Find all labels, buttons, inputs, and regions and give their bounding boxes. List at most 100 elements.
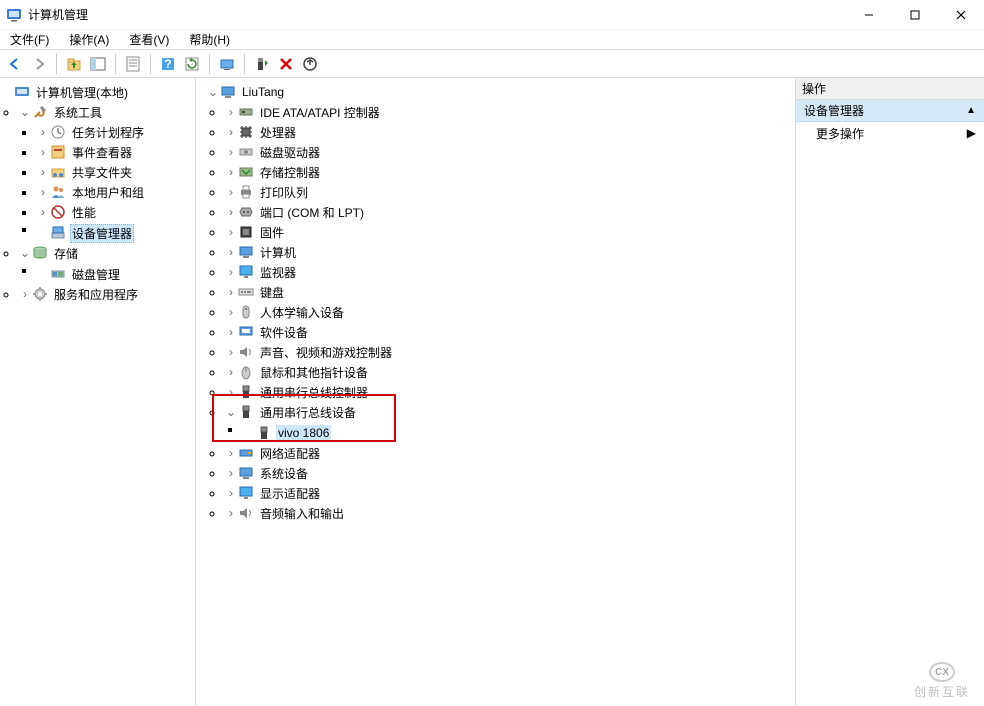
performance[interactable]: ›性能	[36, 202, 195, 222]
disable-device-button[interactable]	[299, 53, 321, 75]
devmgr-icon	[50, 225, 66, 241]
usb-icon	[256, 425, 272, 441]
chevron-right-icon[interactable]: ›	[224, 185, 238, 199]
services-apps[interactable]: ›服务和应用程序	[18, 284, 195, 304]
chevron-right-icon[interactable]: ›	[224, 285, 238, 299]
software-icon	[238, 324, 254, 340]
chevron-right-icon[interactable]: ›	[36, 205, 50, 219]
local-users[interactable]: ›本地用户和组	[36, 182, 195, 202]
software-devices[interactable]: › 软件设备	[224, 322, 795, 342]
forward-button[interactable]	[28, 53, 50, 75]
storage[interactable]: ⌄ 存储	[18, 243, 195, 263]
display-adapters[interactable]: › 显示适配器	[224, 483, 795, 503]
tree-label: 音频输入和输出	[258, 504, 346, 523]
help-button[interactable]: ?	[157, 53, 179, 75]
disk-drives[interactable]: › 磁盘驱动器	[224, 142, 795, 162]
properties-button[interactable]	[122, 53, 144, 75]
chevron-right-icon[interactable]: ›	[224, 446, 238, 460]
chevron-right-icon[interactable]: ›	[18, 287, 32, 301]
tree-label: 软件设备	[258, 323, 310, 342]
device-root[interactable]: ⌄ LiuTang	[206, 82, 795, 102]
chevron-right-icon[interactable]: ›	[224, 325, 238, 339]
system-devices[interactable]: ›系统设备	[224, 463, 795, 483]
tree-root[interactable]: 计算机管理(本地)	[0, 82, 195, 102]
mice[interactable]: ›鼠标和其他指针设备	[224, 362, 795, 382]
disk-icon	[238, 144, 254, 160]
maximize-button[interactable]	[892, 0, 938, 29]
chevron-right-icon[interactable]: ›	[224, 225, 238, 239]
chevron-right-icon[interactable]: ›	[224, 506, 238, 520]
chevron-right-icon[interactable]: ›	[224, 365, 238, 379]
tree-label: 显示适配器	[258, 484, 322, 503]
update-driver-button[interactable]	[251, 53, 273, 75]
chevron-right-icon[interactable]: ›	[224, 245, 238, 259]
tree-label: 事件查看器	[70, 143, 134, 162]
computers[interactable]: ›计算机	[224, 242, 795, 262]
device-manager[interactable]: 设备管理器	[36, 223, 195, 243]
computer-icon	[220, 84, 236, 100]
chevron-down-icon[interactable]: ⌄	[18, 246, 32, 260]
minimize-button[interactable]	[846, 0, 892, 29]
disk-management[interactable]: 磁盘管理	[36, 264, 195, 284]
ports[interactable]: ›端口 (COM 和 LPT)	[224, 202, 795, 222]
shared-folders[interactable]: ›共享文件夹	[36, 162, 195, 182]
firmware[interactable]: ›固件	[224, 222, 795, 242]
ide-ata[interactable]: ›IDE ATA/ATAPI 控制器	[224, 102, 795, 122]
chevron-down-icon[interactable]: ⌄	[206, 85, 220, 99]
actions-section[interactable]: 设备管理器 ▲	[796, 100, 984, 122]
menu-view[interactable]: 查看(V)	[125, 29, 173, 50]
users-icon	[50, 184, 66, 200]
monitors[interactable]: ›监视器	[224, 262, 795, 282]
network-adapters[interactable]: ›网络适配器	[224, 443, 795, 463]
chevron-right-icon[interactable]: ›	[224, 385, 238, 399]
chevron-down-icon[interactable]: ⌄	[18, 105, 32, 119]
uninstall-device-button[interactable]	[275, 53, 297, 75]
chevron-right-icon[interactable]: ›	[224, 105, 238, 119]
chevron-right-icon[interactable]: ›	[224, 265, 238, 279]
usb-icon	[238, 404, 254, 420]
mouse-icon	[238, 364, 254, 380]
tree-label: 磁盘驱动器	[258, 143, 322, 162]
keyboards[interactable]: ›键盘	[224, 282, 795, 302]
show-console-tree-button[interactable]	[87, 53, 109, 75]
sound-video[interactable]: ›声音、视频和游戏控制器	[224, 342, 795, 362]
hid[interactable]: ›人体学输入设备	[224, 302, 795, 322]
chevron-right-icon[interactable]: ›	[224, 345, 238, 359]
scan-hardware-button[interactable]	[216, 53, 238, 75]
chevron-right-icon[interactable]: ›	[224, 145, 238, 159]
tree-label: 设备管理器	[70, 224, 134, 243]
chevron-right-icon[interactable]: ›	[36, 185, 50, 199]
processors[interactable]: ›处理器	[224, 122, 795, 142]
menu-file[interactable]: 文件(F)	[6, 29, 53, 50]
chevron-right-icon[interactable]: ›	[36, 145, 50, 159]
chevron-down-icon[interactable]: ⌄	[224, 405, 238, 419]
event-viewer[interactable]: › 事件查看器	[36, 142, 195, 162]
usb-controllers[interactable]: ›通用串行总线控制器	[224, 382, 795, 402]
window-title: 计算机管理	[28, 6, 846, 23]
collapse-icon[interactable]: ▲	[966, 105, 976, 116]
tree-label: 任务计划程序	[70, 123, 146, 142]
task-scheduler[interactable]: › 任务计划程序	[36, 122, 195, 142]
chevron-right-icon[interactable]: ›	[224, 486, 238, 500]
usb-devices[interactable]: ⌄通用串行总线设备	[224, 402, 795, 422]
audio-io[interactable]: › 音频输入和输出	[224, 503, 795, 523]
chevron-right-icon[interactable]: ›	[36, 165, 50, 179]
more-actions[interactable]: 更多操作 ▶	[796, 122, 984, 144]
chevron-right-icon[interactable]: ›	[224, 205, 238, 219]
menu-help[interactable]: 帮助(H)	[185, 29, 234, 50]
chevron-right-icon[interactable]: ›	[224, 125, 238, 139]
print-queues[interactable]: ›打印队列	[224, 182, 795, 202]
usb-device-vivo[interactable]: vivo 1806	[242, 423, 795, 443]
chevron-right-icon[interactable]: ›	[224, 165, 238, 179]
services-icon	[32, 286, 48, 302]
system-tools[interactable]: ⌄ 系统工具	[18, 102, 195, 122]
menu-action[interactable]: 操作(A)	[65, 29, 113, 50]
chevron-right-icon[interactable]: ›	[224, 466, 238, 480]
refresh-button[interactable]	[181, 53, 203, 75]
close-button[interactable]	[938, 0, 984, 29]
chevron-right-icon[interactable]: ›	[224, 305, 238, 319]
up-button[interactable]	[63, 53, 85, 75]
chevron-right-icon[interactable]: ›	[36, 125, 50, 139]
storage-controllers[interactable]: ›存储控制器	[224, 162, 795, 182]
back-button[interactable]	[4, 53, 26, 75]
